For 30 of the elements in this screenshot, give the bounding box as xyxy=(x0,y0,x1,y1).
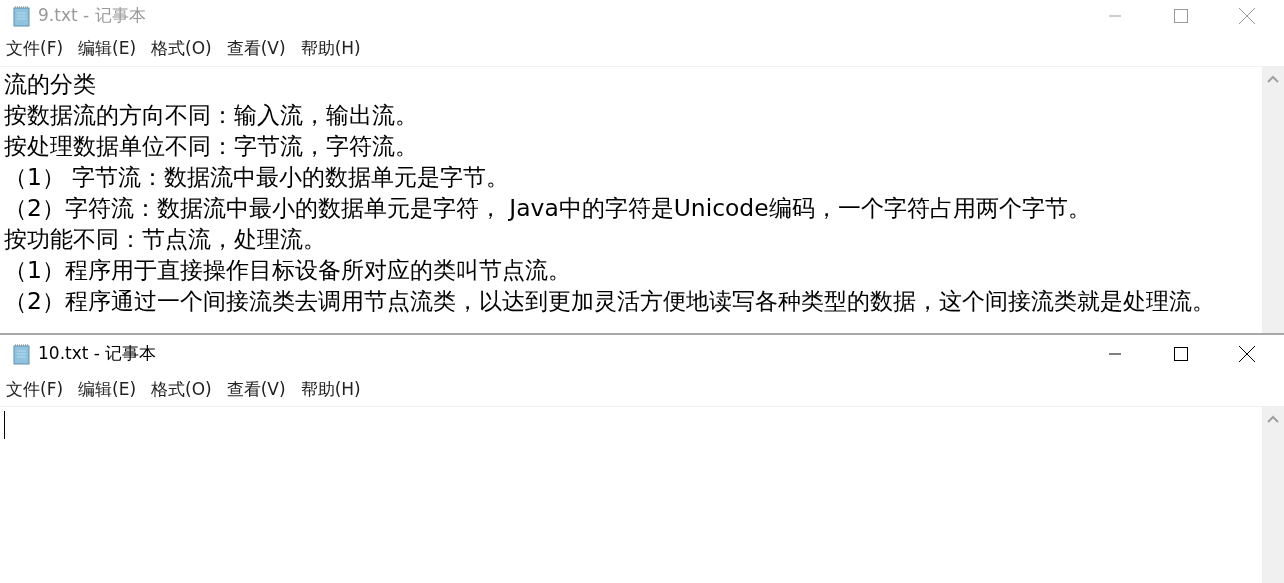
text-line: 流的分类 xyxy=(4,69,96,100)
scroll-up-icon[interactable] xyxy=(1267,75,1279,83)
menu-item[interactable]: 格式(O) xyxy=(151,36,212,62)
notepad-icon xyxy=(10,343,32,365)
scrollbar[interactable] xyxy=(1262,407,1284,583)
text-line: （2）字符流：数据流中最小的数据单元是字符， Java中的字符是Unicode编码，一个字符占用两个字节。 xyxy=(4,193,1091,224)
text-line: 按处理数据单位不同：字节流，字符流。 xyxy=(4,131,418,162)
text-line: （1） 字节流：数据流中最小的数据单元是字节。 xyxy=(4,162,510,193)
notepad-icon xyxy=(10,5,32,27)
maximize-icon xyxy=(1174,9,1188,23)
menu-item[interactable]: 编辑(E) xyxy=(78,376,137,403)
menu-item[interactable]: 查看(V) xyxy=(226,376,286,403)
text-line: 按数据流的方向不同：输入流，输出流。 xyxy=(4,100,418,131)
text-line: （1）程序用于直接操作目标设备所对应的类叫节点流。 xyxy=(4,255,571,286)
close-icon xyxy=(1239,346,1255,362)
menu-item[interactable]: 查看(V) xyxy=(226,36,286,62)
menu-item[interactable]: 帮助(H) xyxy=(300,376,361,403)
menu-item[interactable]: 格式(O) xyxy=(151,376,212,403)
window-title: 9.txt - 记事本 xyxy=(38,4,147,28)
maximize-icon xyxy=(1174,347,1188,361)
text-line: 按功能不同：节点流，处理流。 xyxy=(4,224,326,255)
scrollbar[interactable] xyxy=(1262,67,1284,333)
close-icon xyxy=(1239,8,1255,24)
menu-item[interactable]: 帮助(H) xyxy=(300,36,361,62)
menu-item[interactable]: 编辑(E) xyxy=(78,36,137,62)
menu-item[interactable]: 文件(F) xyxy=(6,376,64,403)
scroll-up-icon[interactable] xyxy=(1267,415,1279,423)
menu-item[interactable]: 文件(F) xyxy=(6,36,64,62)
text-line: （2）程序通过一个间接流类去调用节点流类，以达到更加灵活方便地读写各种类型的数据，这个间接流类就是处理流。 xyxy=(4,286,1215,317)
window-title: 10.txt - 记事本 xyxy=(38,342,158,366)
